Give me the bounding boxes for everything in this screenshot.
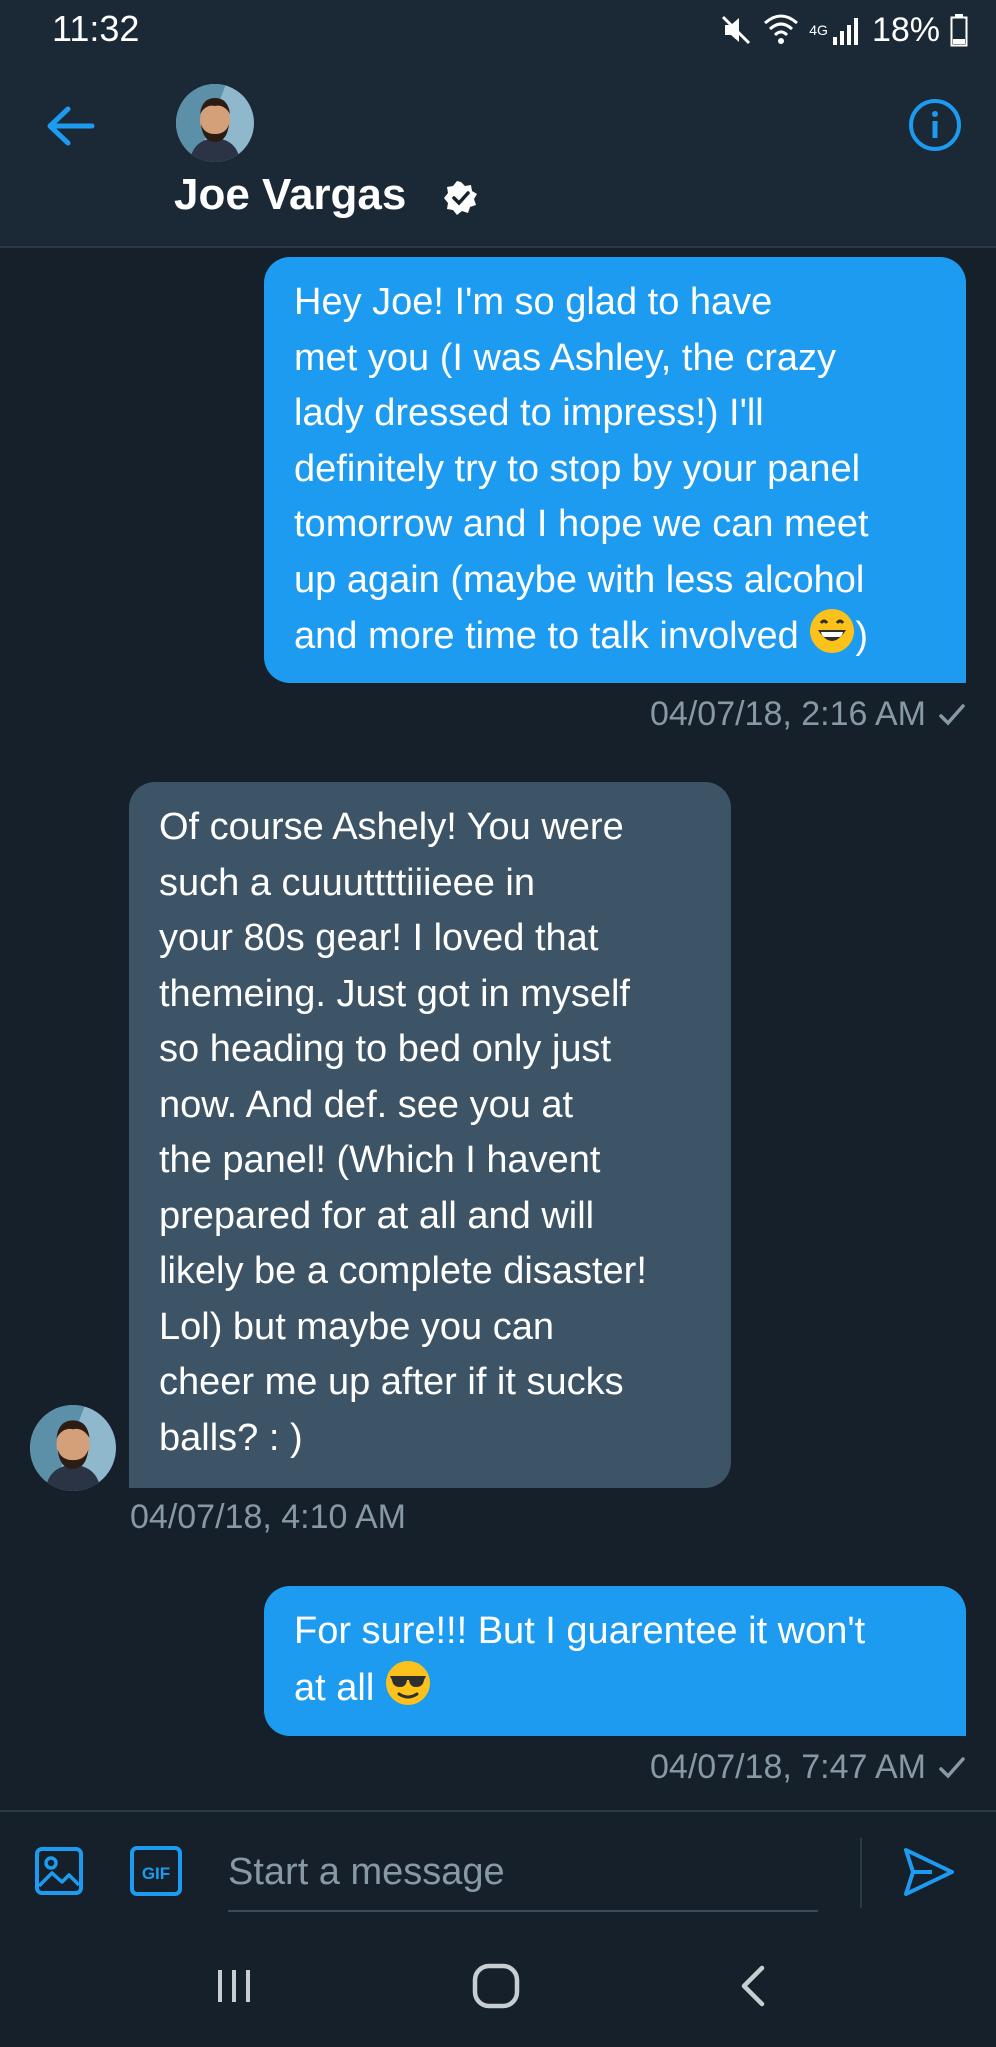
message-line: lady dressed to impress!) I'll xyxy=(294,392,764,434)
message-line: Lol) but maybe you can xyxy=(159,1305,555,1348)
message-line: at all xyxy=(294,1660,938,1717)
message-line: met you (I was Ashley, the crazy xyxy=(294,336,837,379)
verified-badge-icon xyxy=(444,181,478,215)
back-chevron-icon[interactable] xyxy=(738,1962,768,2010)
mute-icon xyxy=(719,13,753,47)
message-text: at all xyxy=(294,1666,375,1709)
message-line: likely be a complete disaster! xyxy=(159,1250,647,1292)
message-text: and more time to talk involved xyxy=(294,615,799,657)
message-line: balls? : ) xyxy=(159,1416,303,1459)
message-line: prepared for at all and will xyxy=(159,1194,595,1237)
outgoing-message-bubble[interactable]: For sure!!! But I guarentee it won't at … xyxy=(264,1586,966,1736)
timestamp-text: 04/07/18, 7:47 AM xyxy=(650,1748,926,1786)
message-line: themeing. Just got in myself xyxy=(159,972,630,1015)
message-timestamp: 04/07/18, 2:16 AM xyxy=(650,695,966,734)
message-line: Hey Joe! I'm so glad to have xyxy=(294,281,773,323)
back-arrow-icon[interactable] xyxy=(44,104,96,148)
message-line: Of course Ashely! You were xyxy=(159,806,624,848)
message-line: up again (maybe with less alcohol xyxy=(294,558,865,601)
image-icon[interactable] xyxy=(34,1846,84,1896)
signal-icon xyxy=(832,15,862,45)
wifi-icon xyxy=(763,13,799,47)
message-line: the panel! (Which I havent xyxy=(159,1139,601,1181)
gif-icon[interactable]: GIF xyxy=(130,1846,182,1896)
conversation-header xyxy=(0,58,996,248)
recents-icon[interactable] xyxy=(214,1966,254,2006)
network-type: 4G xyxy=(809,22,828,38)
gif-label: GIF xyxy=(142,1864,170,1883)
message-input[interactable] xyxy=(228,1834,818,1912)
message-timestamp: 04/07/18, 7:47 AM xyxy=(650,1748,966,1787)
message-line: For sure!!! But I guarentee it won't xyxy=(294,1610,866,1652)
message-line: so heading to bed only just xyxy=(159,1028,612,1070)
avatar[interactable] xyxy=(176,84,254,162)
status-time: 11:32 xyxy=(52,8,140,49)
info-icon[interactable] xyxy=(908,98,962,152)
battery-icon xyxy=(950,13,968,47)
battery-percent: 18% xyxy=(871,10,940,49)
incoming-message-bubble[interactable]: Of course Ashely! You were such a cuuutt… xyxy=(129,782,731,1488)
message-line: now. And def. see you at xyxy=(159,1083,574,1126)
home-icon[interactable] xyxy=(470,1962,522,2010)
divider xyxy=(860,1838,862,1908)
message-line: your 80s gear! I loved that xyxy=(159,917,599,959)
contact-name: Joe Vargas xyxy=(174,170,407,219)
sunglasses-face-emoji xyxy=(385,1660,431,1706)
status-icons: 4G 18% xyxy=(719,10,968,50)
timestamp-text: 04/07/18, 2:16 AM xyxy=(650,695,926,733)
sender-avatar[interactable] xyxy=(30,1405,116,1491)
message-text: ) xyxy=(855,615,869,657)
check-icon xyxy=(938,1750,966,1779)
message-line: tomorrow and I hope we can meet xyxy=(294,503,869,545)
message-line: and more time to talk involved ) xyxy=(294,608,938,665)
message-line: such a cuuuttttiiieee in xyxy=(159,861,536,904)
check-icon xyxy=(938,697,966,726)
send-icon[interactable] xyxy=(902,1846,956,1898)
grinning-face-emoji xyxy=(809,608,855,654)
message-line: definitely try to stop by your panel xyxy=(294,447,861,490)
message-line: cheer me up after if it sucks xyxy=(159,1361,624,1403)
outgoing-message-bubble[interactable]: Hey Joe! I'm so glad to have met you (I … xyxy=(264,257,966,683)
message-timestamp: 04/07/18, 4:10 AM xyxy=(130,1498,406,1536)
